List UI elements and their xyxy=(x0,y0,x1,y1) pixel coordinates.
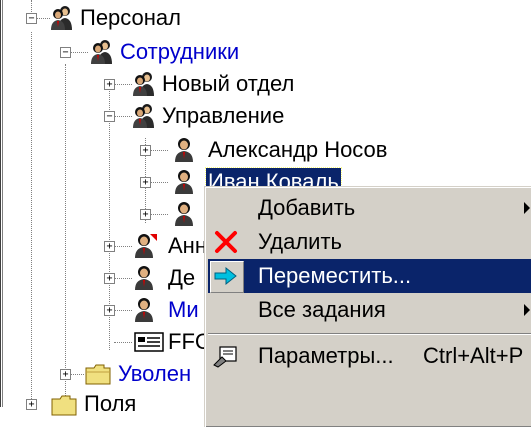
person-icon xyxy=(175,170,193,194)
context-menu: Добавить Удалить Переместить... Все зада… xyxy=(204,186,531,427)
collapse-toggle[interactable]: − xyxy=(104,111,115,122)
tree-connector xyxy=(31,32,32,407)
expander-glyph: + xyxy=(62,369,69,380)
expander-glyph: + xyxy=(106,273,113,284)
person-icon xyxy=(135,298,153,322)
expander-glyph: + xyxy=(106,79,113,90)
tree-connector xyxy=(150,182,168,183)
expander-glyph: − xyxy=(106,111,113,122)
tree-connector xyxy=(114,342,132,343)
menu-item-label: Добавить xyxy=(258,195,356,220)
tree-node-employees[interactable]: Сотрудники xyxy=(118,38,241,66)
folder-icon xyxy=(51,395,77,416)
menu-separator xyxy=(208,333,531,335)
tree-connector xyxy=(65,64,66,404)
tree-connector xyxy=(70,374,84,375)
expand-toggle[interactable]: + xyxy=(104,305,115,316)
tree-node-mi[interactable]: Ми xyxy=(166,296,201,324)
menu-item-label: Параметры... xyxy=(258,343,394,368)
person-icon xyxy=(175,202,193,226)
tree-connector xyxy=(150,214,168,215)
expander-glyph: + xyxy=(106,305,113,316)
move-arrow-icon xyxy=(214,266,237,286)
expander-glyph: + xyxy=(142,209,149,220)
collapse-toggle[interactable]: − xyxy=(60,47,71,58)
people-group-icon xyxy=(133,104,154,128)
people-group-icon xyxy=(91,40,112,64)
expand-toggle[interactable]: + xyxy=(60,369,71,380)
menu-item-add[interactable]: Добавить xyxy=(208,191,531,225)
expand-toggle[interactable]: + xyxy=(104,241,115,252)
submenu-arrow-icon xyxy=(524,304,530,316)
expand-toggle[interactable]: + xyxy=(140,209,151,220)
delete-x-icon xyxy=(215,231,237,253)
properties-icon xyxy=(213,346,237,368)
menu-item-shortcut: Ctrl+Alt+P xyxy=(423,343,524,368)
menu-item-label: Все задания xyxy=(258,297,386,322)
tree-node-personal[interactable]: Персонал xyxy=(78,4,183,32)
menu-item-label: Удалить xyxy=(258,229,342,254)
menu-item-move[interactable]: Переместить... xyxy=(208,259,531,293)
collapse-toggle[interactable]: − xyxy=(26,13,37,24)
expand-toggle[interactable]: + xyxy=(104,273,115,284)
expand-toggle[interactable]: + xyxy=(140,145,151,156)
tree-node-de[interactable]: Де xyxy=(166,264,197,292)
expander-glyph: + xyxy=(28,399,35,410)
expander-glyph: + xyxy=(142,177,149,188)
people-group-icon xyxy=(51,6,72,30)
tree-node-ann[interactable]: Анн xyxy=(166,232,209,260)
expander-glyph: − xyxy=(62,47,69,58)
menu-item-properties[interactable]: Параметры... Ctrl+Alt+P xyxy=(208,339,531,373)
expander-glyph: − xyxy=(28,13,35,24)
tree-connector xyxy=(150,150,168,151)
expander-glyph: + xyxy=(106,241,113,252)
person-icon xyxy=(175,138,193,162)
people-group-icon xyxy=(133,72,154,96)
menu-item-delete[interactable]: Удалить xyxy=(208,225,531,259)
tree-connector xyxy=(70,52,88,53)
person-manager-icon xyxy=(135,234,157,258)
folder-icon xyxy=(85,364,111,385)
person-icon xyxy=(135,266,153,290)
expander-glyph: + xyxy=(142,145,149,156)
expand-toggle[interactable]: + xyxy=(26,399,37,410)
expand-toggle[interactable]: + xyxy=(104,79,115,90)
tree-node-new-department[interactable]: Новый отдел xyxy=(160,70,296,98)
tree-node-management[interactable]: Управление xyxy=(160,102,286,130)
tree-node-bottom[interactable]: Поля xyxy=(82,390,138,418)
menu-item-all-tasks[interactable]: Все задания xyxy=(208,293,531,327)
tree-node-nosov[interactable]: Александр Носов xyxy=(206,136,389,164)
menu-item-label: Переместить... xyxy=(258,263,412,288)
card-icon xyxy=(134,332,164,352)
tree-node-fired[interactable]: Уволен xyxy=(116,360,193,388)
submenu-arrow-icon xyxy=(524,202,530,214)
expand-toggle[interactable]: + xyxy=(140,177,151,188)
